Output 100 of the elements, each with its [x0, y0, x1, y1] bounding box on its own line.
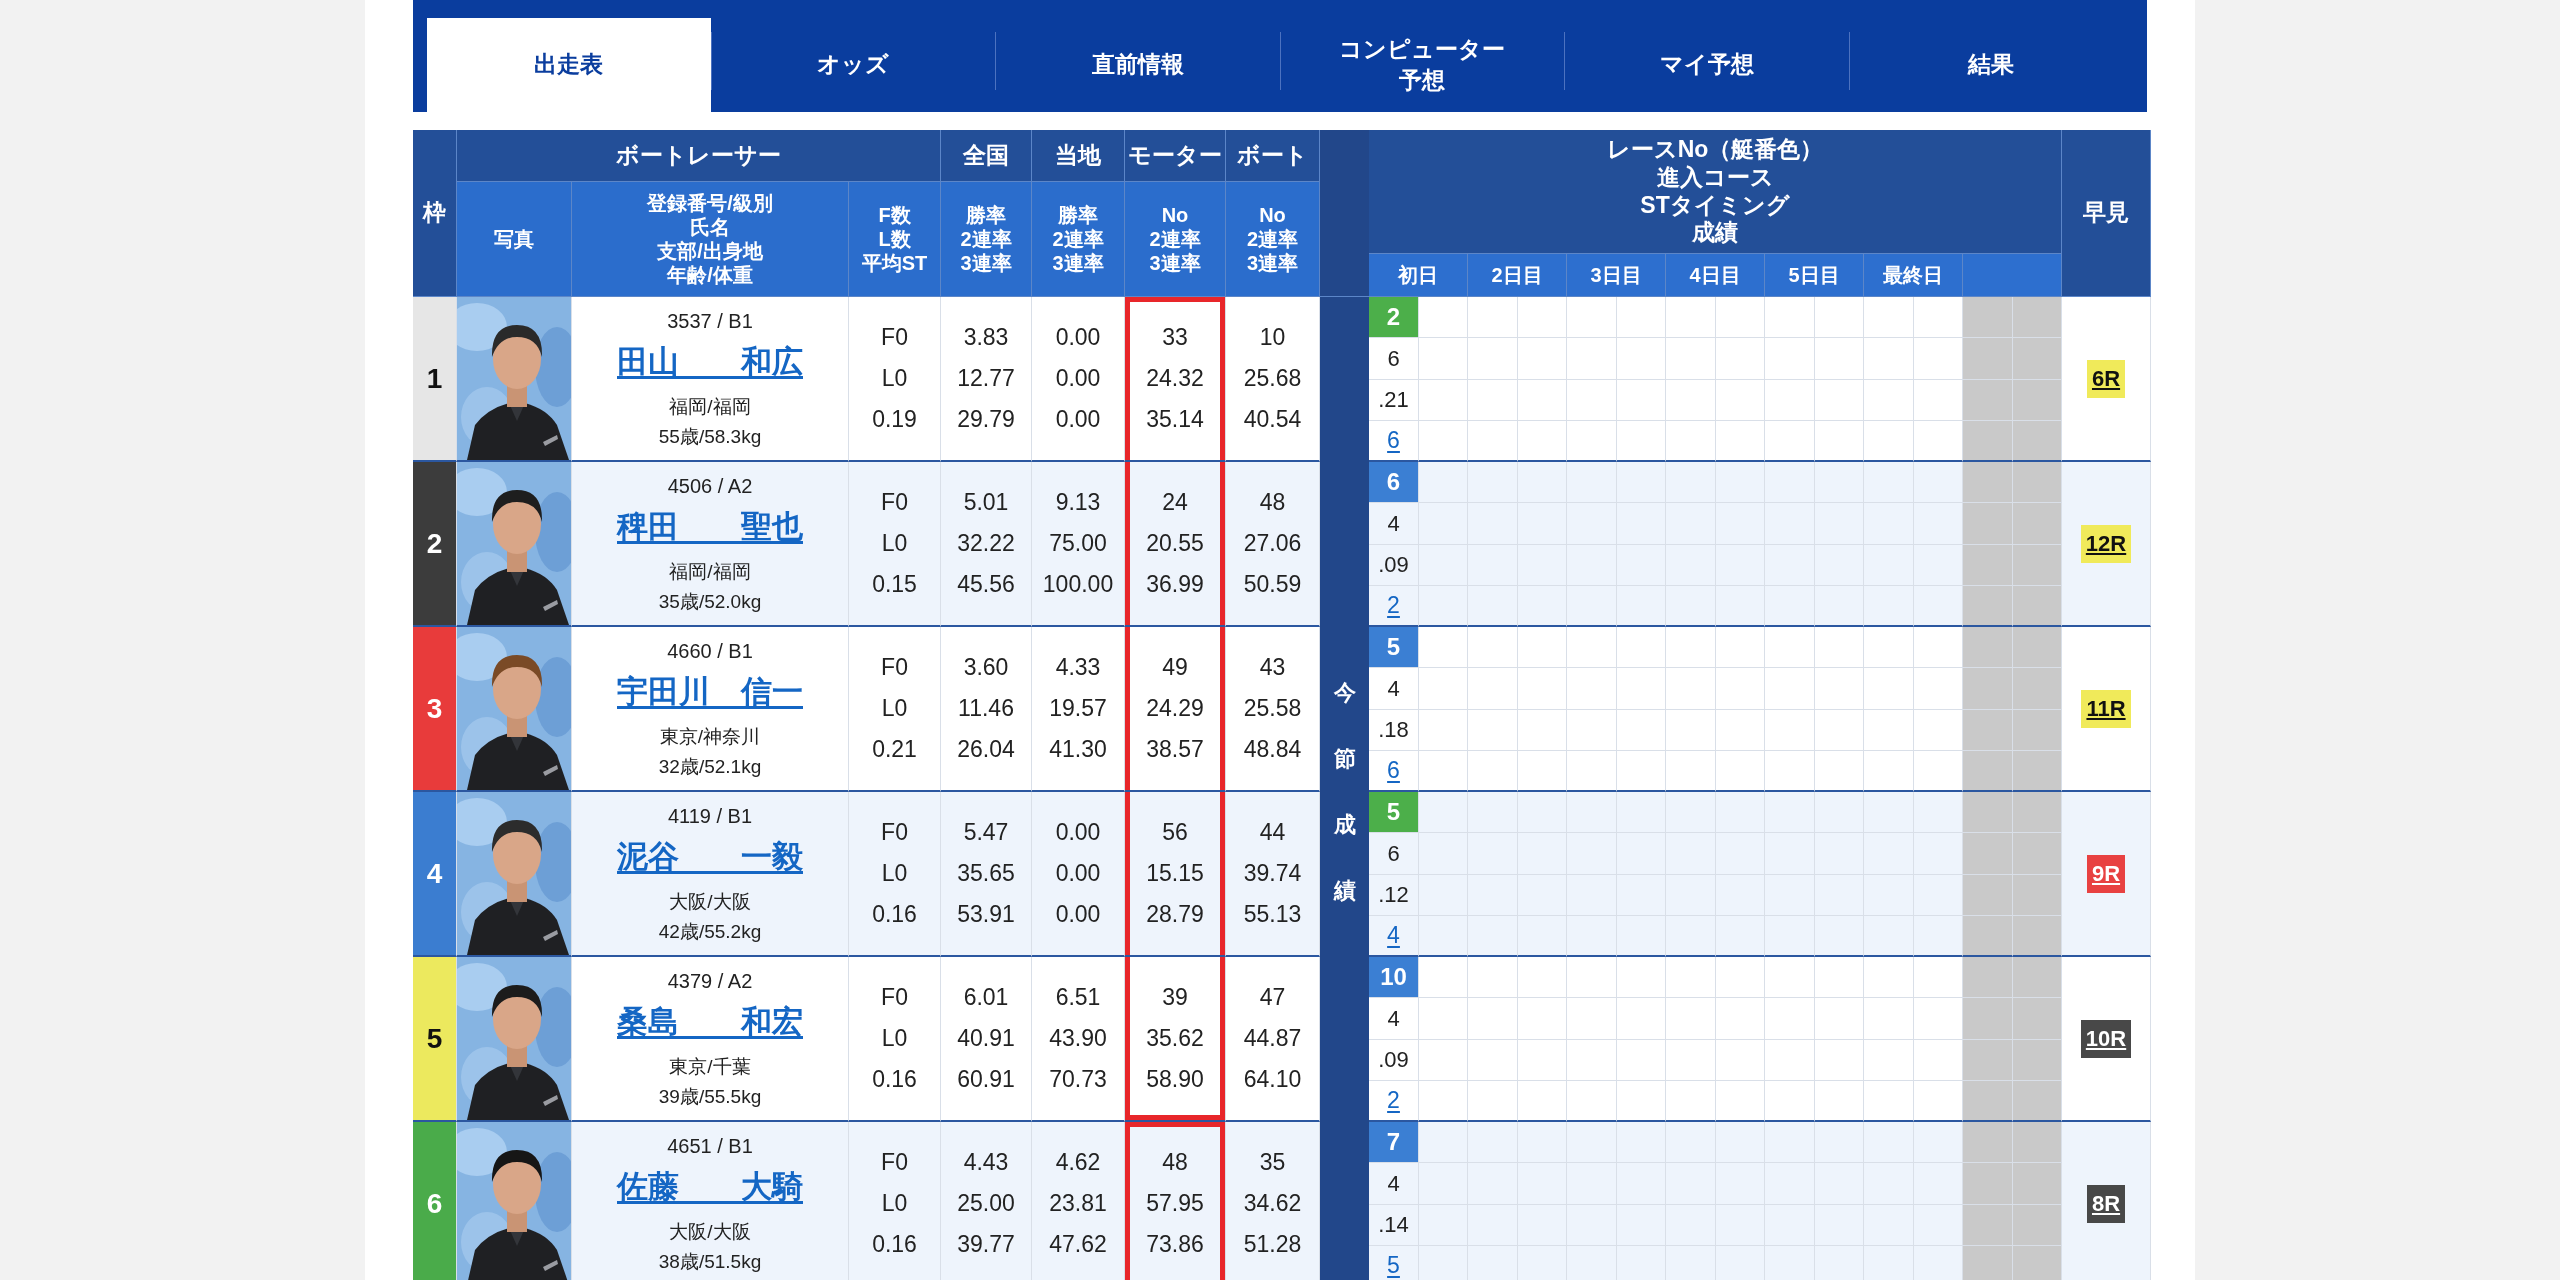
- stat-value: 47.62: [1048, 1230, 1108, 1259]
- stat-value: 5.47: [962, 818, 1010, 847]
- frame-number: 6: [413, 1122, 457, 1280]
- stat-value: 0.19: [871, 405, 918, 434]
- racer-name-link[interactable]: 宇田川 信一: [617, 665, 803, 718]
- stat-value: 4.62: [1054, 1148, 1102, 1177]
- result-link[interactable]: 4: [1387, 921, 1400, 948]
- stat-value: 25.58: [1242, 694, 1303, 723]
- race-link[interactable]: 11R: [2081, 689, 2131, 728]
- race-link[interactable]: 6R: [2086, 359, 2126, 398]
- racer-name-link[interactable]: 佐藤 大騎: [617, 1160, 803, 1213]
- column-header: ボート: [1226, 130, 1320, 182]
- racer-name-link[interactable]: 泥谷 一毅: [617, 830, 803, 883]
- race-number: 10: [1369, 957, 1419, 999]
- column-header: 勝率: [966, 203, 1006, 227]
- registration-number: 4660 / B1: [667, 638, 753, 664]
- stat-value: L0: [880, 529, 909, 558]
- stat-value: 0.00: [1054, 818, 1102, 847]
- stat-value: F0: [880, 983, 909, 1012]
- tab[interactable]: コンピューター予想: [1280, 18, 1564, 112]
- column-header: 進入コース: [1656, 163, 1774, 192]
- stat-value: L0: [880, 859, 909, 888]
- stat-value: 0.21: [871, 735, 918, 764]
- stat-value: 26.04: [956, 735, 1016, 764]
- stat-value: 20.55: [1145, 529, 1205, 558]
- race-link[interactable]: 9R: [2086, 854, 2126, 893]
- tab[interactable]: 出走表: [427, 18, 711, 112]
- stat-value: 50.59: [1242, 570, 1303, 599]
- registration-number: 4379 / A2: [667, 968, 753, 994]
- tab[interactable]: 直前情報: [996, 18, 1280, 112]
- stat-value: 24: [1161, 488, 1189, 517]
- start-timing-value: .14: [1378, 1212, 1409, 1238]
- age-weight: 39歳/55.5kg: [658, 1084, 762, 1109]
- race-number: 7: [1369, 1122, 1419, 1164]
- column-header: STタイミング: [1640, 191, 1790, 220]
- frame-number: 3: [413, 627, 457, 792]
- tab[interactable]: オッズ: [711, 18, 995, 112]
- result-link[interactable]: 2: [1387, 591, 1400, 618]
- course-value: 6: [1387, 840, 1400, 866]
- stat-value: 34.62: [1242, 1189, 1303, 1218]
- frame-number: 5: [413, 957, 457, 1122]
- stat-value: 35.14: [1145, 405, 1205, 434]
- column-header: 2連率: [1246, 227, 1299, 251]
- age-weight: 55歳/58.3kg: [658, 424, 762, 449]
- column-header: 3連率: [960, 251, 1012, 275]
- course-value: 4: [1387, 675, 1400, 701]
- stat-value: 40.91: [956, 1024, 1016, 1053]
- stat-value: 44.87: [1242, 1024, 1303, 1053]
- start-timing-value: .09: [1378, 552, 1409, 578]
- column-header: 2連率: [1052, 227, 1104, 251]
- stat-value: 100.00: [1041, 570, 1115, 599]
- stat-value: 32.22: [956, 529, 1016, 558]
- race-link[interactable]: 8R: [2086, 1184, 2126, 1223]
- tab[interactable]: 結果: [1849, 18, 2133, 112]
- stat-value: 0.00: [1054, 364, 1102, 393]
- stat-value: 6.01: [962, 983, 1010, 1012]
- start-timing-value: .21: [1378, 387, 1409, 413]
- result-link[interactable]: 6: [1387, 426, 1400, 453]
- stat-value: 0.00: [1054, 900, 1102, 929]
- start-timing-value: .18: [1378, 717, 1409, 743]
- branch-origin: 大阪/大阪: [669, 1219, 751, 1244]
- column-header: L数: [878, 227, 911, 251]
- stat-value: 48: [1161, 1148, 1189, 1177]
- stat-value: 56: [1161, 818, 1189, 847]
- column-header: 勝率: [1058, 203, 1098, 227]
- stat-value: 0.16: [871, 1065, 918, 1094]
- stat-value: 43: [1258, 653, 1287, 682]
- column-header: 4日目: [1666, 254, 1765, 297]
- column-header: 最終日: [1864, 254, 1963, 297]
- start-timing-value: .09: [1378, 1047, 1409, 1073]
- race-link[interactable]: 10R: [2080, 1019, 2132, 1058]
- stat-value: 3.83: [962, 323, 1010, 352]
- stat-value: 4.33: [1054, 653, 1102, 682]
- stat-value: 73.86: [1145, 1230, 1205, 1259]
- branch-origin: 福岡/福岡: [669, 559, 751, 584]
- stat-value: 51.28: [1242, 1230, 1303, 1259]
- stat-value: 44: [1258, 818, 1287, 847]
- stat-value: 64.10: [1242, 1065, 1303, 1094]
- stat-value: 12.77: [956, 364, 1016, 393]
- stat-value: 0.16: [871, 900, 918, 929]
- racer-name-link[interactable]: 稗田 聖也: [617, 500, 803, 553]
- result-link[interactable]: 2: [1387, 1086, 1400, 1113]
- racer-name-link[interactable]: 田山 和広: [617, 335, 803, 388]
- column-header: 登録番号/級別: [647, 191, 773, 215]
- racer-name-link[interactable]: 桑島 和宏: [617, 995, 803, 1048]
- registration-number: 4651 / B1: [667, 1133, 753, 1159]
- tab[interactable]: マイ予想: [1565, 18, 1849, 112]
- stat-value: L0: [880, 1024, 909, 1053]
- branch-origin: 東京/神奈川: [659, 724, 761, 749]
- stat-value: 39: [1161, 983, 1189, 1012]
- age-weight: 32歳/52.1kg: [658, 754, 762, 779]
- stat-value: 4.43: [962, 1148, 1010, 1177]
- stat-value: 58.90: [1145, 1065, 1205, 1094]
- stat-value: 47: [1258, 983, 1287, 1012]
- section-label: 今節成績: [1333, 679, 1356, 905]
- race-number: 5: [1369, 627, 1419, 669]
- result-link[interactable]: 6: [1387, 756, 1400, 783]
- stat-value: F0: [880, 488, 909, 517]
- column-header: 2日目: [1468, 254, 1567, 297]
- race-link[interactable]: 12R: [2080, 524, 2132, 563]
